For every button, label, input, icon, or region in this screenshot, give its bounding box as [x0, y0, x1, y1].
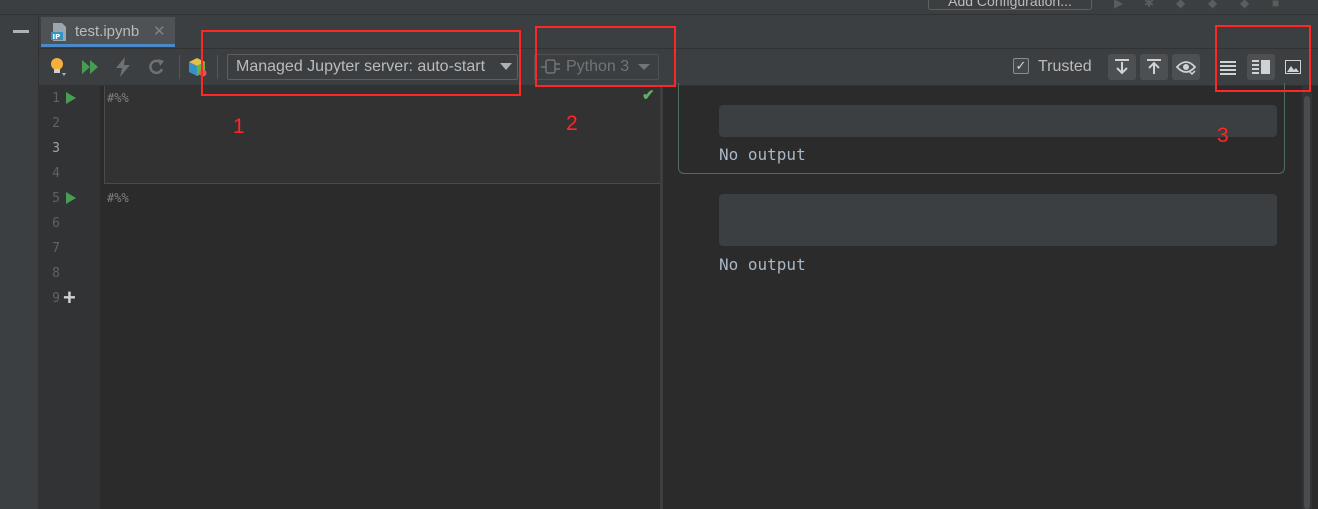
svg-text:IP: IP	[53, 33, 61, 41]
left-tool-strip	[0, 15, 39, 509]
cell-input-preview[interactable]	[719, 194, 1277, 246]
checkmark-icon: ✔	[642, 87, 655, 104]
run-cell-icon[interactable]	[66, 192, 76, 204]
annotation-label: 3	[1217, 124, 1229, 147]
upload-icon[interactable]	[1140, 54, 1168, 80]
annotation-box	[1215, 25, 1311, 92]
preview-eye-icon[interactable]	[1172, 54, 1200, 80]
scrollbar-thumb[interactable]	[1304, 96, 1310, 509]
line-number: 6	[52, 216, 60, 231]
trusted-label[interactable]: Trusted	[1038, 58, 1092, 76]
annotation-box	[535, 26, 676, 87]
cell-input-preview[interactable]	[719, 105, 1277, 137]
add-cell-icon[interactable]: +	[63, 287, 76, 309]
line-number: 8	[52, 266, 60, 281]
tab-label[interactable]: test.ipynb	[75, 23, 139, 40]
line-number: 5	[52, 191, 60, 206]
download-icon[interactable]	[1108, 54, 1136, 80]
profile-icon[interactable]: ◆	[1176, 0, 1190, 10]
run-icon[interactable]: ▶	[1114, 0, 1128, 10]
coverage-icon[interactable]: ◆	[1208, 0, 1222, 10]
cell-output: No output	[719, 255, 806, 274]
line-number: 3	[52, 141, 60, 156]
cell-marker: #%%	[107, 91, 129, 105]
collapse-icon[interactable]	[13, 30, 29, 33]
add-configuration-button[interactable]: Add Configuration...	[928, 0, 1092, 10]
jupyter-notebook-file-icon: IP	[51, 23, 66, 41]
toolbar-separator	[179, 55, 180, 79]
run-all-icon[interactable]	[80, 57, 102, 77]
annotation-label: 2	[566, 112, 578, 135]
line-number: 1	[52, 91, 60, 106]
annotation-box	[201, 30, 521, 96]
line-number: 7	[52, 241, 60, 256]
trusted-checkbox[interactable]: ✓	[1013, 58, 1029, 74]
build-icon[interactable]: ◆	[1240, 0, 1254, 10]
line-number: 9	[52, 291, 60, 306]
annotation-label: 1	[233, 115, 245, 138]
run-cell-icon[interactable]	[66, 92, 76, 104]
interrupt-kernel-icon[interactable]	[112, 57, 134, 77]
line-number: 2	[52, 116, 60, 131]
close-icon[interactable]: ✕	[153, 22, 166, 40]
line-number: 4	[52, 166, 60, 181]
stop-icon[interactable]: ■	[1272, 0, 1286, 10]
debug-icon[interactable]: ✱	[1144, 0, 1158, 10]
lightbulb-icon[interactable]	[47, 57, 69, 77]
restart-kernel-icon[interactable]	[145, 57, 167, 77]
cell-marker: #%%	[107, 191, 129, 205]
cell-output: No output	[719, 145, 806, 164]
